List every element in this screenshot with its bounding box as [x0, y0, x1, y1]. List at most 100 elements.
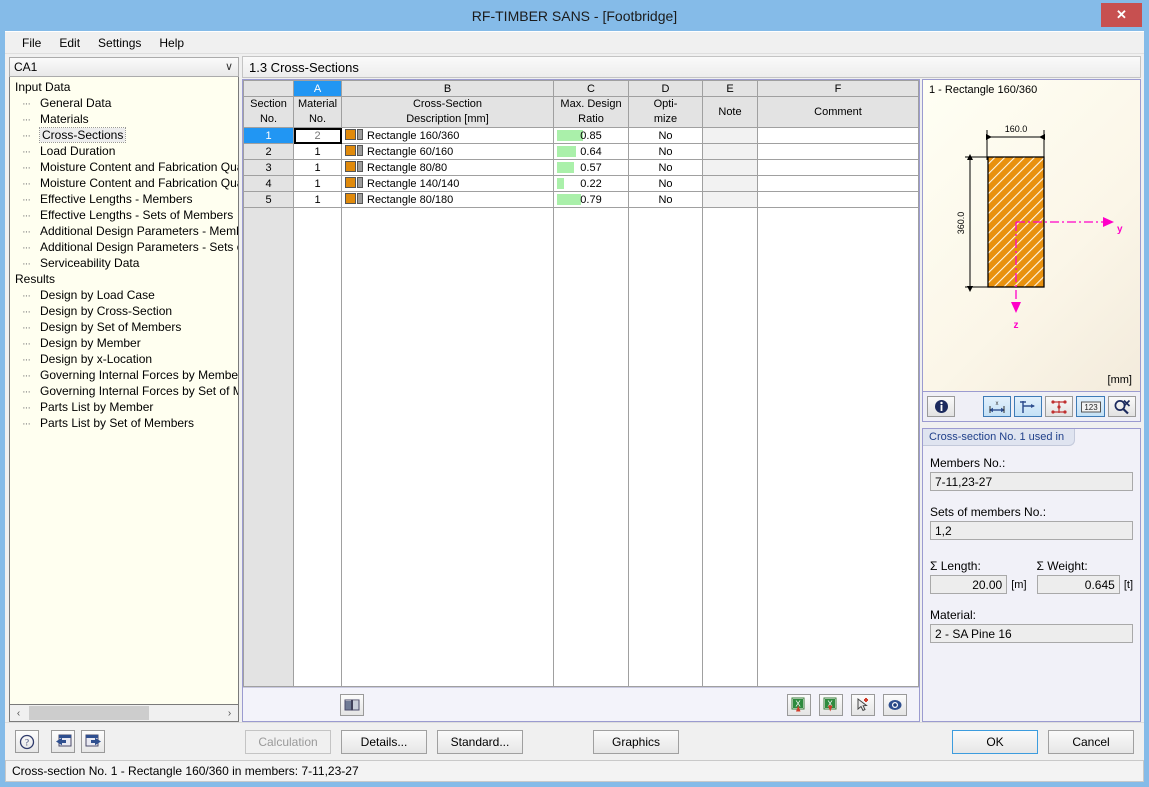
details-button[interactable]: Details... — [341, 729, 427, 754]
next-window-icon[interactable] — [81, 730, 105, 753]
sidebar-item-effective-lengths-sets-of-members[interactable]: ··· Effective Lengths - Sets of Members — [12, 207, 238, 223]
view-mode-icon[interactable] — [883, 693, 907, 716]
nav-group-input-data[interactable]: Input Data — [12, 79, 238, 95]
total-length-field[interactable]: 20.00 — [930, 575, 1008, 594]
cell-comment[interactable] — [757, 191, 919, 208]
info-icon[interactable] — [927, 396, 956, 417]
cell-note[interactable] — [702, 191, 758, 208]
import-from-excel-icon[interactable]: X — [787, 693, 811, 716]
cell-note[interactable] — [702, 159, 758, 176]
stress-points-icon[interactable] — [1045, 396, 1074, 417]
standard-button[interactable]: Standard... — [437, 729, 523, 754]
ok-button[interactable]: OK — [952, 729, 1038, 754]
sidebar-item-governing-internal-forces-by-set-of-mem[interactable]: ··· Governing Internal Forces by Set of M… — [12, 383, 238, 399]
sidebar-item-serviceability-data[interactable]: ··· Serviceability Data — [12, 255, 238, 271]
scroll-track[interactable] — [27, 705, 221, 721]
cell-note[interactable] — [702, 175, 758, 192]
help-question-icon[interactable]: ? — [15, 730, 39, 753]
nav-group-results[interactable]: Results — [12, 271, 238, 287]
cross-sections-table[interactable]: A B C D E F Section No. Material No. Cro… — [243, 80, 919, 208]
close-icon[interactable]: ✕ — [1101, 3, 1142, 27]
sidebar-item-design-by-load-case[interactable]: ··· Design by Load Case — [12, 287, 238, 303]
sets-of-members-field[interactable]: 1,2 — [930, 521, 1133, 540]
cell-design-ratio[interactable]: 0.22 — [553, 175, 629, 192]
scroll-thumb[interactable] — [29, 706, 149, 720]
row-header-section-no[interactable]: 3 — [243, 159, 294, 176]
dimension-x-icon[interactable]: x — [982, 396, 1011, 417]
cell-comment[interactable] — [757, 175, 919, 192]
cell-note[interactable] — [702, 127, 758, 144]
cell-optimize[interactable]: No — [628, 159, 703, 176]
col-letter-c[interactable]: C — [553, 80, 629, 97]
row-header-section-no[interactable]: 1 — [243, 127, 294, 144]
cell-description[interactable]: Rectangle 140/140 — [341, 175, 554, 192]
sidebar-item-cross-sections[interactable]: ··· Cross-Sections — [12, 127, 238, 143]
cell-material-no[interactable]: 1 — [293, 143, 342, 160]
sidebar-item-materials[interactable]: ··· Materials — [12, 111, 238, 127]
sidebar-item-design-by-x-location[interactable]: ··· Design by x-Location — [12, 351, 238, 367]
zoom-reset-icon[interactable] — [1107, 396, 1136, 417]
library-book-icon[interactable] — [340, 693, 364, 716]
cell-material-no[interactable]: 2 — [293, 127, 342, 144]
cell-description[interactable]: Rectangle 80/180 — [341, 191, 554, 208]
menu-item-file[interactable]: File — [13, 34, 50, 52]
cell-optimize[interactable]: No — [628, 175, 703, 192]
col-letter-e[interactable]: E — [702, 80, 758, 97]
table-row[interactable]: 4 1 Rectangle 140/140 0.22 No — [243, 175, 919, 192]
case-selector-dropdown[interactable]: CA1 ∨ — [9, 57, 239, 77]
menu-item-settings[interactable]: Settings — [89, 34, 150, 52]
cell-description[interactable]: Rectangle 60/160 — [341, 143, 554, 160]
col-letter-f[interactable]: F — [757, 80, 919, 97]
sidebar-item-governing-internal-forces-by-member[interactable]: ··· Governing Internal Forces by Member — [12, 367, 238, 383]
cell-optimize[interactable]: No — [628, 191, 703, 208]
cell-design-ratio[interactable]: 0.85 — [553, 127, 629, 144]
row-header-section-no[interactable]: 4 — [243, 175, 294, 192]
cell-design-ratio[interactable]: 0.57 — [553, 159, 629, 176]
table-row[interactable]: 5 1 Rectangle 80/180 0.79 No — [243, 191, 919, 208]
table-row[interactable]: 1 2 Rectangle 160/360 0.85 No — [243, 127, 919, 144]
cell-comment[interactable] — [757, 143, 919, 160]
col-letter-a[interactable]: A — [293, 80, 342, 97]
sidebar-item-parts-list-by-set-of-members[interactable]: ··· Parts List by Set of Members — [12, 415, 238, 431]
sidebar-item-design-by-cross-section[interactable]: ··· Design by Cross-Section — [12, 303, 238, 319]
navigation-tree[interactable]: Input Data ··· General Data ··· Materials ···… — [9, 77, 239, 705]
navigation-horizontal-scrollbar[interactable]: ‹ › — [9, 705, 239, 722]
table-row[interactable]: 2 1 Rectangle 60/160 0.64 No — [243, 143, 919, 160]
sidebar-item-parts-list-by-member[interactable]: ··· Parts List by Member — [12, 399, 238, 415]
sidebar-item-moisture-content-and-fabrication-quality[interactable]: ··· Moisture Content and Fabrication Qual… — [12, 175, 238, 191]
cancel-button[interactable]: Cancel — [1048, 729, 1134, 754]
sidebar-item-design-by-set-of-members[interactable]: ··· Design by Set of Members — [12, 319, 238, 335]
export-to-excel-icon[interactable]: X — [819, 693, 843, 716]
sidebar-item-general-data[interactable]: ··· General Data — [12, 95, 238, 111]
cell-note[interactable] — [702, 143, 758, 160]
scroll-left-icon[interactable]: ‹ — [10, 705, 27, 721]
sidebar-item-load-duration[interactable]: ··· Load Duration — [12, 143, 238, 159]
table-empty-area[interactable] — [243, 208, 919, 687]
sidebar-item-design-by-member[interactable]: ··· Design by Member — [12, 335, 238, 351]
graphics-button[interactable]: Graphics — [593, 729, 679, 754]
cell-material-no[interactable]: 1 — [293, 191, 342, 208]
col-letter-d[interactable]: D — [628, 80, 703, 97]
cell-material-no[interactable]: 1 — [293, 175, 342, 192]
menu-item-edit[interactable]: Edit — [50, 34, 89, 52]
cell-description[interactable]: Rectangle 80/80 — [341, 159, 554, 176]
previous-window-icon[interactable] — [51, 730, 75, 753]
sidebar-item-additional-design-parameters-members[interactable]: ··· Additional Design Parameters - Member… — [12, 223, 238, 239]
scroll-right-icon[interactable]: › — [221, 705, 238, 721]
calculation-button[interactable]: Calculation — [245, 729, 331, 754]
axes-icon[interactable] — [1013, 396, 1043, 417]
total-weight-field[interactable]: 0.645 — [1036, 575, 1120, 594]
row-header-section-no[interactable]: 5 — [243, 191, 294, 208]
pick-from-model-icon[interactable] — [851, 693, 875, 716]
cross-section-preview[interactable]: 1 - Rectangle 160/360 160.0 360.0 y z [m… — [922, 79, 1141, 392]
sidebar-item-additional-design-parameters-sets-of-me[interactable]: ··· Additional Design Parameters - Sets o… — [12, 239, 238, 255]
cell-comment[interactable] — [757, 159, 919, 176]
cell-optimize[interactable]: No — [628, 143, 703, 160]
cell-description[interactable]: Rectangle 160/360 — [341, 127, 554, 144]
sidebar-item-moisture-content-and-fabrication-quality[interactable]: ··· Moisture Content and Fabrication Qual… — [12, 159, 238, 175]
cell-design-ratio[interactable]: 0.79 — [553, 191, 629, 208]
col-letter-b[interactable]: B — [341, 80, 554, 97]
cell-design-ratio[interactable]: 0.64 — [553, 143, 629, 160]
numbering-icon[interactable]: 123 — [1076, 396, 1105, 417]
row-header-section-no[interactable]: 2 — [243, 143, 294, 160]
